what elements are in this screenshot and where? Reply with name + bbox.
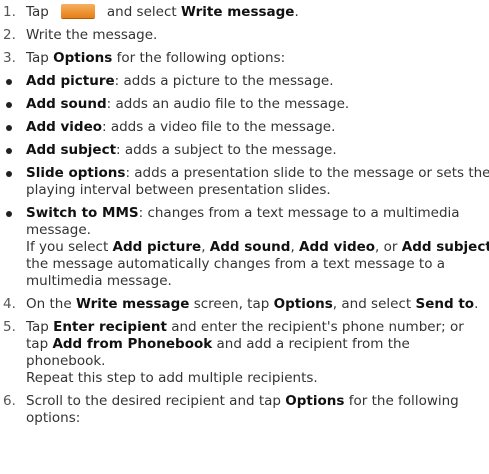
step-number: 6.	[3, 393, 16, 409]
mms-note-line-3: multimedia message.	[26, 273, 172, 289]
step-text: , and select	[332, 296, 412, 312]
step-text: tap	[26, 336, 49, 352]
step-text: and enter the recipient's phone number; …	[171, 319, 464, 335]
bullet-dot	[6, 125, 12, 131]
bullet-slide-options: Slide options: adds a presentation slide…	[0, 165, 489, 199]
bullet-line: Switch to MMS: changes from a text messa…	[26, 205, 489, 222]
bullet-line: Slide options: adds a presentation slide…	[26, 165, 489, 182]
punctuation: .	[294, 4, 299, 20]
step-number: 1.	[3, 4, 16, 20]
instructions-page: 1. Tap and select Write message. 2. Write…	[0, 0, 489, 474]
step-text: Write the message.	[26, 27, 158, 43]
step-text: screen, tap	[193, 296, 270, 312]
menu-item-send-to: Send to	[415, 296, 475, 312]
option-name: Add subject	[401, 239, 489, 255]
option-description: : adds a picture to the message.	[114, 73, 334, 89]
option-description: : adds a subject to the message.	[116, 142, 337, 158]
option-name: Add subject	[26, 142, 117, 158]
step-line: phonebook.	[26, 353, 106, 369]
step-text: On the	[26, 296, 72, 312]
step-text: Tap	[26, 319, 49, 335]
step-text: and add a recipient from the	[216, 336, 410, 352]
menu-item-enter-recipient: Enter recipient	[53, 319, 167, 335]
option-description-continued: message.	[26, 222, 91, 238]
menu-item-write-message: Write message	[180, 4, 295, 20]
option-description: : adds a presentation slide to the messa…	[125, 165, 489, 181]
step-text: for the following options:	[116, 50, 286, 66]
option-name: Add picture	[112, 239, 202, 255]
options-label: Options	[285, 393, 345, 409]
punctuation: .	[474, 296, 479, 312]
step-number: 2.	[3, 27, 16, 43]
option-name: Switch to MMS	[26, 205, 139, 221]
step-1: 1. Tap and select Write message.	[0, 4, 489, 21]
messaging-icon	[60, 4, 95, 18]
note-text: If you select	[26, 239, 109, 255]
option-name: Add video	[26, 119, 102, 135]
option-description-continued: playing interval between presentation sl…	[26, 182, 331, 198]
options-label: Options	[53, 50, 113, 66]
punctuation: , or	[375, 239, 398, 255]
step-line: options:	[26, 410, 81, 426]
option-name: Add sound	[209, 239, 291, 255]
option-name: Add video	[299, 239, 376, 255]
option-description: : changes from a text message to a multi…	[138, 205, 460, 221]
step-4: 4. On the Write message screen, tap Opti…	[0, 296, 489, 313]
bullet-add-subject: Add subject: adds a subject to the messa…	[0, 142, 489, 159]
mms-note-line-2: the message automatically changes from a…	[26, 256, 446, 272]
menu-item-add-from-phonebook: Add from Phonebook	[52, 336, 213, 352]
step-number: 4.	[3, 296, 16, 312]
bullet-add-sound: Add sound: adds an audio file to the mes…	[0, 96, 489, 113]
step-text: for the following	[348, 393, 459, 409]
bullet-dot	[6, 171, 12, 177]
mms-note-line-1: If you select Add picture, Add sound, Ad…	[26, 239, 489, 256]
step-number: 5.	[3, 319, 16, 335]
step-5: 5. Tap Enter recipient and enter the rec…	[0, 319, 489, 387]
bullet-add-video: Add video: adds a video file to the mess…	[0, 119, 489, 136]
step-text: and select	[106, 4, 177, 20]
screen-name: Write message	[75, 296, 190, 312]
step-text: Scroll to the desired recipient and tap	[26, 393, 281, 409]
step-3: 3. Tap Options for the following options…	[0, 50, 489, 67]
punctuation: ,	[290, 239, 295, 255]
bullet-add-picture: Add picture: adds a picture to the messa…	[0, 73, 489, 90]
option-description: : adds an audio file to the message.	[106, 96, 350, 112]
bullet-switch-to-mms: Switch to MMS: changes from a text messa…	[0, 205, 489, 290]
option-name: Add picture	[26, 73, 115, 89]
step-line: Repeat this step to add multiple recipie…	[26, 370, 318, 386]
options-label: Options	[273, 296, 333, 312]
bullet-dot	[6, 102, 12, 108]
bullet-dot	[6, 211, 12, 217]
punctuation: ,	[201, 239, 206, 255]
step-6: 6. Scroll to the desired recipient and t…	[0, 393, 489, 427]
step-line: tap Add from Phonebook and add a recipie…	[26, 336, 489, 353]
option-description: : adds a video file to the message.	[102, 119, 336, 135]
step-text: Tap	[26, 4, 49, 20]
step-number: 3.	[3, 50, 16, 66]
option-name: Slide options	[26, 165, 126, 181]
bullet-dot	[6, 148, 12, 154]
step-text: Tap	[26, 50, 49, 66]
bullet-dot	[6, 79, 12, 85]
option-name: Add sound	[26, 96, 107, 112]
step-2: 2. Write the message.	[0, 27, 489, 44]
step-line: Scroll to the desired recipient and tap …	[26, 393, 489, 410]
step-line: Tap Enter recipient and enter the recipi…	[26, 319, 489, 336]
